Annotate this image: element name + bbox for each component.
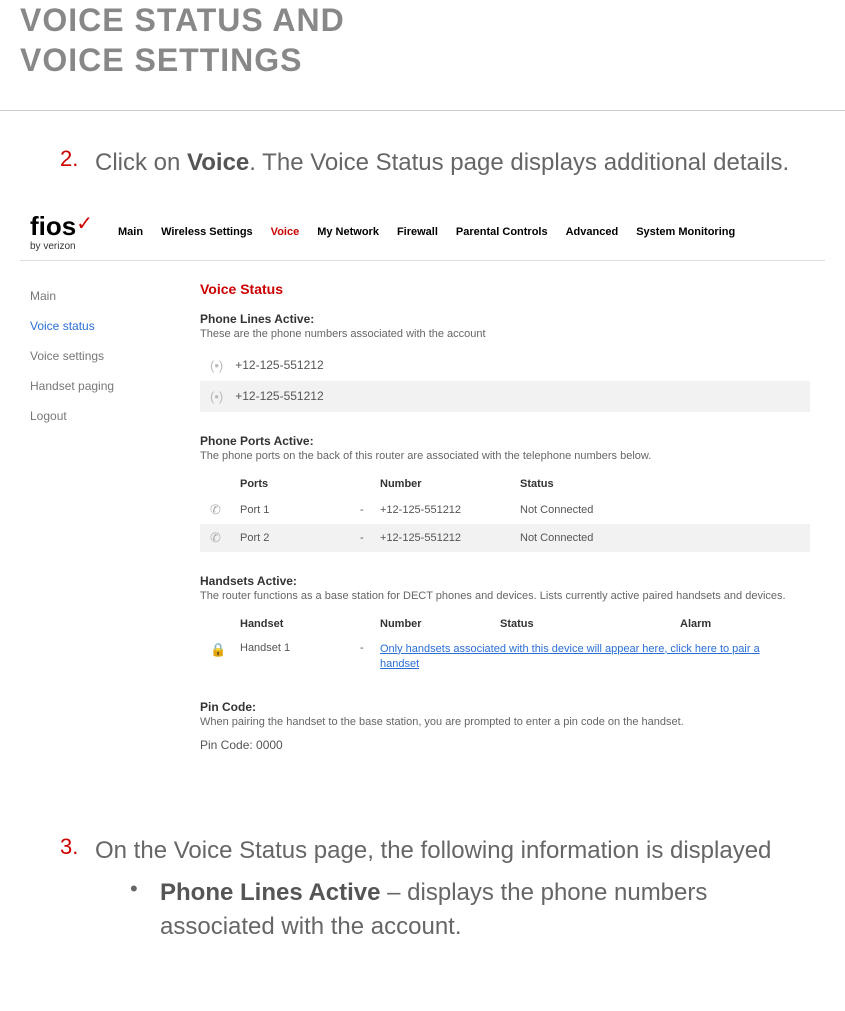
port-name: Port 2 <box>240 532 360 544</box>
nav-advanced[interactable]: Advanced <box>566 226 619 238</box>
nav-main[interactable]: Main <box>118 226 143 238</box>
sidebar-item-handset-paging[interactable]: Handset paging <box>30 371 175 401</box>
phone-line-number: +12-125-551212 <box>235 389 323 403</box>
handsets-row: 🔒 Handset 1 - Only handsets associated w… <box>200 636 810 679</box>
instruction-list: 2. Click on Voice. The Voice Status page… <box>0 146 845 180</box>
phone-lines-desc: These are the phone numbers associated w… <box>200 328 810 340</box>
nav-wireless[interactable]: Wireless Settings <box>161 226 253 238</box>
ports-col-status: Status <box>520 478 660 490</box>
step-number: 3. <box>60 834 95 943</box>
signal-icon: (•) <box>210 358 223 373</box>
handsets-col-status: Status <box>500 618 680 630</box>
pin-desc: When pairing the handset to the base sta… <box>200 716 810 728</box>
phone-icon: ✆ <box>210 502 240 518</box>
logo-check-icon: ✓ <box>76 213 93 235</box>
fios-logo: fios✓ by verizon <box>30 213 93 252</box>
step2-prefix: Click on <box>95 149 187 176</box>
pin-section: Pin Code: When pairing the handset to th… <box>200 700 810 752</box>
ports-col-number: Number <box>380 478 520 490</box>
phone-line-row: (•) +12-125-551212 <box>200 350 810 381</box>
handsets-table-header: Handset Number Status Alarm <box>200 612 810 636</box>
router-screenshot: fios✓ by verizon Main Wireless Settings … <box>20 205 825 795</box>
sidebar-item-main[interactable]: Main <box>30 281 175 311</box>
phone-lines-section: Phone Lines Active: These are the phone … <box>200 312 810 412</box>
page-title: VOICE STATUS AND VOICE SETTINGS <box>0 0 845 110</box>
title-line2: VOICE SETTINGS <box>20 42 302 78</box>
phone-line-number: +12-125-551212 <box>235 358 323 372</box>
top-nav: Main Wireless Settings Voice My Network … <box>118 226 735 238</box>
step2-suffix: . The Voice Status page displays additio… <box>249 149 789 176</box>
handsets-col-number: Number <box>380 618 500 630</box>
port-name: Port 1 <box>240 504 360 516</box>
dash: - <box>360 532 380 544</box>
pair-handset-link[interactable]: Only handsets associated with this devic… <box>380 642 800 673</box>
signal-icon: (•) <box>210 389 223 404</box>
nav-mynetwork[interactable]: My Network <box>317 226 379 238</box>
phone-ports-label: Phone Ports Active: <box>200 434 810 448</box>
phone-lines-label: Phone Lines Active: <box>200 312 810 326</box>
section-title: Voice Status <box>200 281 810 297</box>
port-number: +12-125-551212 <box>380 532 520 544</box>
bullet-icon: • <box>130 876 160 943</box>
ports-row: ✆ Port 2 - +12-125-551212 Not Connected <box>200 524 810 552</box>
nav-firewall[interactable]: Firewall <box>397 226 438 238</box>
port-status: Not Connected <box>520 504 660 516</box>
nav-parental[interactable]: Parental Controls <box>456 226 548 238</box>
handsets-col-handset: Handset <box>240 618 360 630</box>
handsets-section: Handsets Active: The router functions as… <box>200 574 810 679</box>
sidebar-item-voice-status[interactable]: Voice status <box>30 311 175 341</box>
handset-name: Handset 1 <box>240 642 360 654</box>
phone-ports-desc: The phone ports on the back of this rout… <box>200 450 810 462</box>
step-text: On the Voice Status page, the following … <box>95 834 815 868</box>
sidebar-item-voice-settings[interactable]: Voice settings <box>30 341 175 371</box>
lock-icon: 🔒 <box>210 642 240 658</box>
logo-byline: by verizon <box>30 241 93 252</box>
ports-col-ports: Ports <box>240 478 360 490</box>
pin-label: Pin Code: <box>200 700 810 714</box>
port-status: Not Connected <box>520 532 660 544</box>
step-2: 2. Click on Voice. The Voice Status page… <box>60 146 815 180</box>
handsets-col-alarm: Alarm <box>680 618 800 630</box>
ports-row: ✆ Port 1 - +12-125-551212 Not Connected <box>200 496 810 524</box>
divider <box>0 110 845 111</box>
screenshot-header: fios✓ by verizon Main Wireless Settings … <box>20 205 825 261</box>
title-line1: VOICE STATUS AND <box>20 2 345 38</box>
phone-icon: ✆ <box>210 530 240 546</box>
nav-sysmon[interactable]: System Monitoring <box>636 226 735 238</box>
step-text: Click on Voice. The Voice Status page di… <box>95 146 789 180</box>
ports-table-header: Ports Number Status <box>200 472 810 496</box>
pin-value: Pin Code: 0000 <box>200 738 810 752</box>
content: Voice Status Phone Lines Active: These a… <box>185 261 825 795</box>
handsets-label: Handsets Active: <box>200 574 810 588</box>
bullet-bold: Phone Lines Active <box>160 879 381 906</box>
step2-bold: Voice <box>187 149 249 176</box>
port-number: +12-125-551212 <box>380 504 520 516</box>
phone-ports-section: Phone Ports Active: The phone ports on t… <box>200 434 810 552</box>
step-number: 2. <box>60 146 95 180</box>
phone-line-row: (•) +12-125-551212 <box>200 381 810 412</box>
step-3: 3. On the Voice Status page, the followi… <box>60 834 815 943</box>
dash: - <box>360 642 380 654</box>
dash: - <box>360 504 380 516</box>
nav-voice[interactable]: Voice <box>271 226 300 238</box>
handsets-desc: The router functions as a base station f… <box>200 590 810 602</box>
logo-fios-text: fios <box>30 211 76 241</box>
sub-bullet: • Phone Lines Active – displays the phon… <box>130 876 815 943</box>
sidebar: Main Voice status Voice settings Handset… <box>20 261 185 795</box>
screenshot-body: Main Voice status Voice settings Handset… <box>20 261 825 795</box>
instruction-list-2: 3. On the Voice Status page, the followi… <box>0 834 845 943</box>
bullet-text: Phone Lines Active – displays the phone … <box>160 876 815 943</box>
sidebar-item-logout[interactable]: Logout <box>30 401 175 431</box>
